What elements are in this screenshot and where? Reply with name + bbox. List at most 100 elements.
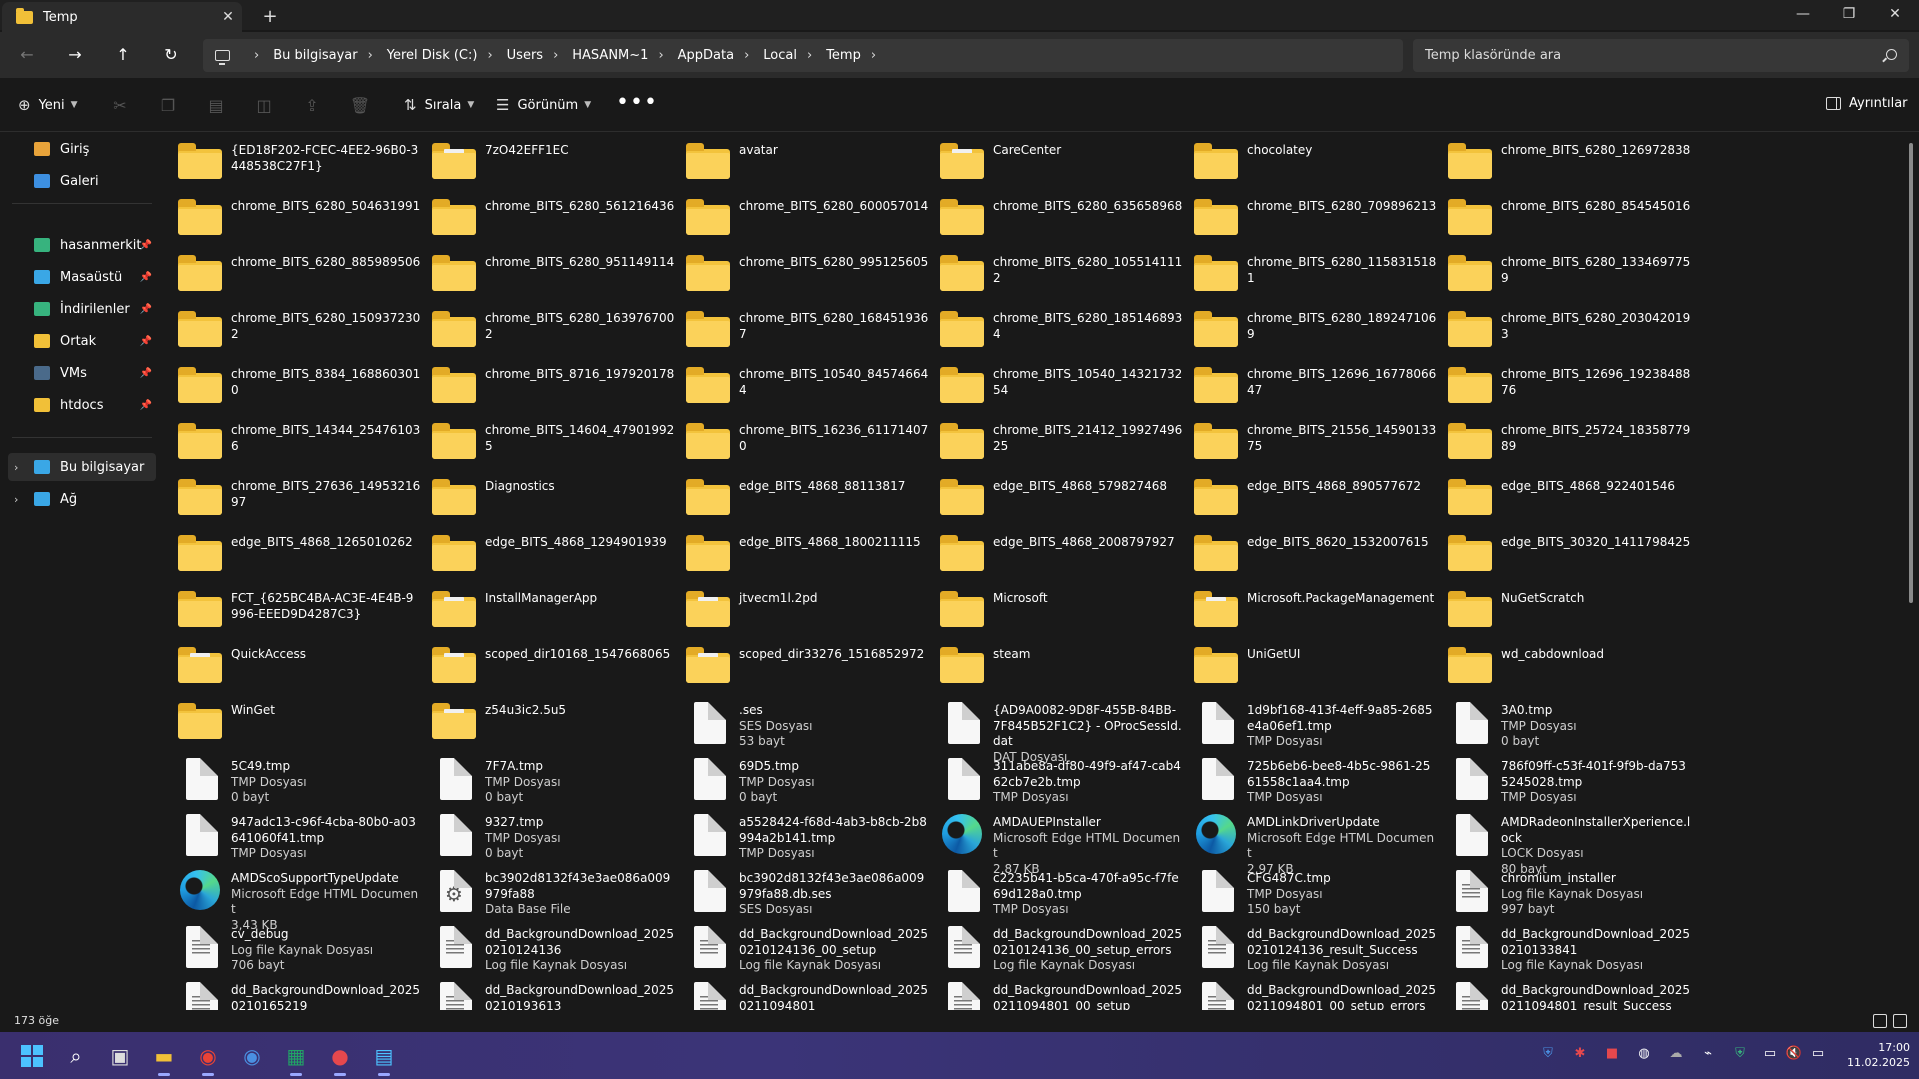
clock[interactable]: 17:00 11.02.2025 <box>1840 1040 1910 1070</box>
copy-icon[interactable]: ❐ <box>156 96 180 115</box>
folder-item[interactable]: chrome_BITS_6280_1639767002 <box>426 304 676 356</box>
folder-item[interactable]: Microsoft <box>934 584 1184 636</box>
address-bar[interactable]: › Bu bilgisayar › Yerel Disk (C:) › Users › HAS… <box>203 39 1403 72</box>
folder-item[interactable]: CareCenter <box>934 136 1184 188</box>
security-icon[interactable]: ⛨ <box>1730 1046 1750 1061</box>
folder-item[interactable]: chrome_BITS_6280_635658968 <box>934 192 1184 244</box>
sidebar-item[interactable]: Galeri <box>8 167 156 195</box>
file-item[interactable]: bc3902d8132f43e3ae086a009979fa88Data Bas… <box>426 864 676 916</box>
folder-item[interactable]: chrome_BITS_12696_1923848876 <box>1442 360 1692 412</box>
notepad-icon[interactable]: ▤ <box>368 1040 400 1076</box>
chrome-icon[interactable]: ◉ <box>192 1040 224 1076</box>
sidebar-item[interactable]: › Bu bilgisayar <box>8 453 156 481</box>
file-item[interactable]: AMDScoSupportTypeUpdate Microsoft Edge HT… <box>172 864 422 932</box>
file-item[interactable]: dd_BackgroundDownload_20250210165219 <box>172 976 422 1010</box>
usb-icon[interactable]: ⌁ <box>1698 1046 1718 1061</box>
close-button[interactable]: ✕ <box>1872 0 1918 30</box>
chevron-right-icon[interactable]: › <box>807 48 812 63</box>
sidebar-item[interactable]: hasanmerkit 📌 <box>8 231 156 259</box>
file-item[interactable]: dd_BackgroundDownload_20250210133841 Log … <box>1442 920 1692 972</box>
back-icon[interactable]: ← <box>11 40 43 70</box>
up-icon[interactable]: ↑ <box>107 40 139 70</box>
file-item[interactable]: AMDAUEPInstaller Microsoft Edge HTML Docu… <box>934 808 1184 876</box>
breadcrumb-item[interactable]: Users <box>507 48 543 63</box>
sidebar-item[interactable]: Giriş <box>8 135 156 163</box>
folder-item[interactable]: chrome_BITS_6280_1851468934 <box>934 304 1184 356</box>
folder-item[interactable]: chrome_BITS_6280_1509372302 <box>172 304 422 356</box>
folder-item[interactable]: {ED18F202-FCEC-4EE2-96B0-3448538C27F1} <box>172 136 422 188</box>
minimize-button[interactable]: — <box>1780 0 1826 30</box>
folder-item[interactable]: jtvecm1l.2pd <box>680 584 930 636</box>
sidebar-item[interactable]: Ortak 📌 <box>8 327 156 355</box>
breadcrumb-item[interactable]: AppData <box>678 48 734 63</box>
folder-item[interactable]: edge_BITS_30320_1411798425 <box>1442 528 1692 580</box>
details-view-icon[interactable] <box>1873 1014 1887 1028</box>
chevron-right-icon[interactable]: › <box>744 48 749 63</box>
file-item[interactable]: dd_BackgroundDownload_20250211094801_00_… <box>934 976 1184 1010</box>
file-item[interactable]: dd_BackgroundDownload_20250210124136_00_… <box>934 920 1184 972</box>
network-icon[interactable]: ▭ <box>1760 1046 1780 1061</box>
tab-temp[interactable]: Temp ✕ <box>2 2 242 32</box>
folder-item[interactable]: avatar <box>680 136 930 188</box>
folder-item[interactable]: NuGetScratch <box>1442 584 1692 636</box>
chevron-right-icon[interactable]: › <box>14 493 18 506</box>
breadcrumb-item[interactable]: Temp <box>826 48 861 63</box>
file-item[interactable]: 3A0.tmp TMP Dosyası 0 bayt <box>1442 696 1692 748</box>
file-item[interactable]: 9327.tmp TMP Dosyası 0 bayt <box>426 808 676 860</box>
file-item[interactable]: c2235b41-b5ca-470f-a95c-f7fe69d128a0.tmp… <box>934 864 1184 916</box>
sidebar-item[interactable]: Masaüstü 📌 <box>8 263 156 291</box>
chevron-right-icon[interactable]: › <box>487 48 492 63</box>
folder-item[interactable]: chrome_BITS_6280_561216436 <box>426 192 676 244</box>
folder-item[interactable]: z54u3ic2.5u5 <box>426 696 676 748</box>
folder-item[interactable]: edge_BITS_4868_88113817 <box>680 472 930 524</box>
chevron-right-icon[interactable]: › <box>658 48 663 63</box>
folder-item[interactable]: wd_cabdownload <box>1442 640 1692 692</box>
details-button[interactable]: Ayrıntılar <box>1826 96 1908 111</box>
tab-close-icon[interactable]: ✕ <box>214 9 242 25</box>
folder-item[interactable]: edge_BITS_4868_1800211115 <box>680 528 930 580</box>
file-item[interactable]: a5528424-f68d-4ab3-b8cb-2b8994a2b141.tmp… <box>680 808 930 860</box>
folder-item[interactable]: Microsoft.PackageManagement <box>1188 584 1438 636</box>
folder-item[interactable]: edge_BITS_4868_2008797927 <box>934 528 1184 580</box>
volume-muted-icon[interactable]: 🔇 <box>1784 1046 1804 1061</box>
file-item[interactable]: 1d9bf168-413f-4eff-9a85-2685e4a06ef1.tmp… <box>1188 696 1438 748</box>
file-item[interactable]: CFG487C.tmp TMP Dosyası 150 bayt <box>1188 864 1438 916</box>
rename-icon[interactable]: ◫ <box>252 96 276 115</box>
folder-item[interactable]: chrome_BITS_10540_845746644 <box>680 360 930 412</box>
search-input[interactable]: Temp klasöründe ara <box>1413 39 1909 72</box>
large-icons-view-icon[interactable] <box>1893 1014 1907 1028</box>
file-item[interactable]: dd_BackgroundDownload_20250211094801_res… <box>1442 976 1692 1010</box>
folder-item[interactable]: scoped_dir10168_1547668065 <box>426 640 676 692</box>
share-icon[interactable]: ⇪ <box>300 96 324 115</box>
folder-item[interactable]: edge_BITS_4868_1265010262 <box>172 528 422 580</box>
folder-item[interactable]: UniGetUI <box>1188 640 1438 692</box>
sidebar-item[interactable]: VMs 📌 <box>8 359 156 387</box>
folder-item[interactable]: chrome_BITS_14344_254761036 <box>172 416 422 468</box>
folder-item[interactable]: chrome_BITS_12696_1677806647 <box>1188 360 1438 412</box>
delete-icon[interactable]: 🗑 <box>348 96 372 115</box>
file-item[interactable]: dd_BackgroundDownload_20250211094801_00_… <box>1188 976 1438 1010</box>
folder-item[interactable]: chrome_BITS_6280_1158315181 <box>1188 248 1438 300</box>
file-item[interactable]: cv_debug Log file Kaynak Dosyası 706 bayt <box>172 920 422 972</box>
folder-item[interactable]: chrome_BITS_14604_479019925 <box>426 416 676 468</box>
excel-icon[interactable]: ▦ <box>280 1040 312 1076</box>
file-item[interactable]: 7F7A.tmp TMP Dosyası 0 bayt <box>426 752 676 804</box>
shield-icon[interactable]: ⛨ <box>1538 1046 1558 1061</box>
file-item[interactable]: dd_BackgroundDownload_20250210124136_00_… <box>680 920 930 972</box>
view-button[interactable]: ☰ Görünüm ▼ <box>496 96 591 114</box>
folder-item[interactable]: chrome_BITS_21556_1459013375 <box>1188 416 1438 468</box>
file-item[interactable]: bc3902d8132f43e3ae086a009979fa88.db.ses S… <box>680 864 930 916</box>
file-item[interactable]: 5C49.tmp TMP Dosyası 0 bayt <box>172 752 422 804</box>
folder-item[interactable]: 7zO42EFF1EC <box>426 136 676 188</box>
file-item[interactable]: dd_BackgroundDownload_20250210124136_res… <box>1188 920 1438 972</box>
folder-item[interactable]: FCT_{625BC4BA-AC3E-4E4B-9996-EEED9D4287C… <box>172 584 422 636</box>
file-explorer-icon[interactable]: ▬ <box>148 1040 180 1076</box>
cut-icon[interactable]: ✂ <box>108 96 132 115</box>
file-item[interactable]: dd_BackgroundDownload_20250210193613 <box>426 976 676 1010</box>
folder-item[interactable]: chrome_BITS_6280_1892471069 <box>1188 304 1438 356</box>
search-icon[interactable]: ⌕ <box>60 1040 92 1072</box>
sidebar-item[interactable]: htdocs 📌 <box>8 391 156 419</box>
chevron-right-icon[interactable]: › <box>871 48 876 63</box>
paste-icon[interactable]: ▤ <box>204 96 228 115</box>
file-item[interactable]: 786f09ff-c53f-401f-9f9b-da7535245028.tmp… <box>1442 752 1692 804</box>
